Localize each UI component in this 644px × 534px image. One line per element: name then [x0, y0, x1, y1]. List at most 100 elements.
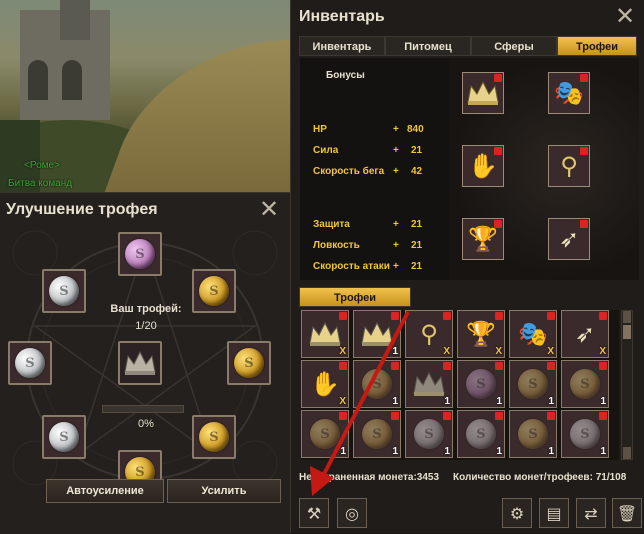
your-trophy-label: Ваш трофей:	[110, 303, 182, 315]
upgrade-progress-bar	[102, 405, 184, 413]
horn-icon: ➶	[574, 320, 596, 348]
coin-slot[interactable]: S	[227, 341, 271, 385]
auto-upgrade-button[interactable]: Автоусиление	[46, 479, 164, 503]
coin-icon: S	[570, 369, 600, 399]
bonus-op: +	[393, 240, 399, 251]
equipped-trophy-slot[interactable]: 🎭	[548, 72, 590, 114]
tab-spheres[interactable]: Сферы	[471, 36, 557, 56]
bonus-value: 21	[411, 219, 423, 230]
gear-icon[interactable]: ⚙	[502, 498, 532, 528]
lock-icon	[580, 220, 588, 228]
bonus-name: Сила	[313, 145, 339, 156]
crown-icon	[123, 350, 157, 376]
equipped-trophy-slot[interactable]: ⚲	[548, 145, 590, 187]
lock-icon	[443, 312, 451, 320]
lock-icon	[547, 412, 555, 420]
game-viewport: <Роме> Битва команд	[0, 0, 290, 192]
bonus-value: 21	[411, 240, 423, 251]
coin-slot[interactable]: S	[42, 269, 86, 313]
item-count: 1	[600, 446, 606, 457]
bonus-name: Ловкость	[313, 240, 360, 251]
lock-icon	[494, 74, 502, 82]
scroll-thumb[interactable]	[623, 325, 631, 339]
grid-scrollbar[interactable]	[621, 310, 633, 460]
item-count: 1	[548, 396, 554, 407]
tab-pet[interactable]: Питомец	[385, 36, 471, 56]
book-icon[interactable]: ▤	[539, 498, 569, 528]
panel-title: Улучшение трофея	[6, 201, 158, 218]
panel-title: Инвентарь	[299, 8, 385, 25]
coin-icon: S	[466, 369, 496, 399]
coin-icon: S	[49, 422, 79, 452]
horn-icon: ➶	[558, 225, 580, 253]
lock-icon	[495, 312, 503, 320]
coin-icon: S	[518, 369, 548, 399]
coin-icon: S	[15, 348, 45, 378]
scroll-down-arrow[interactable]	[623, 447, 631, 459]
goblet-icon: 🏆	[468, 225, 498, 253]
coin-icon: S	[125, 239, 155, 269]
close-icon[interactable]: ✕	[615, 4, 635, 28]
bonus-op: +	[393, 261, 399, 272]
tab-trophies[interactable]: Трофеи	[557, 36, 637, 56]
coins-trophies-count: Количество монет/трофеев: 71/108	[453, 472, 627, 483]
trophy-grid-cell[interactable]: S1	[457, 360, 505, 408]
equipped-trophy-slot[interactable]: ➶	[548, 218, 590, 260]
trash-icon[interactable]: 🗑	[612, 498, 642, 528]
chat-line: <Роме>	[24, 160, 60, 171]
trophy-grid-cell[interactable]: S1	[561, 360, 609, 408]
trophy-upgrade-panel: Улучшение трофея ✕ S S S S S S S S Ваш т…	[0, 192, 290, 534]
lock-icon	[494, 147, 502, 155]
bonus-op: +	[393, 145, 399, 156]
bonus-value: 840	[407, 124, 424, 135]
item-count: 1	[444, 396, 450, 407]
upgrade-button[interactable]: Усилить	[167, 479, 281, 503]
trophy-grid-cell[interactable]: S1	[561, 410, 609, 458]
item-count: 1	[496, 446, 502, 457]
goblet-icon: 🏆	[466, 320, 496, 348]
red-arrow-annotation	[310, 311, 410, 496]
coin-slot[interactable]: S	[42, 415, 86, 459]
equipped-trophy-slot[interactable]	[462, 72, 504, 114]
hammer-icon[interactable]: ⚒	[299, 498, 329, 528]
item-count: X	[599, 346, 606, 357]
trophy-grid-cell[interactable]: S1	[457, 410, 505, 458]
equipped-trophy-slot[interactable]: 🏆	[462, 218, 504, 260]
trophy-grid-cell[interactable]: ➶ X	[561, 310, 609, 358]
ring-icon: ⚲	[560, 152, 578, 180]
coin-icon: S	[518, 419, 548, 449]
coin-icon: S	[570, 419, 600, 449]
item-count: X	[443, 346, 450, 357]
item-count: 1	[444, 446, 450, 457]
trophy-grid-cell[interactable]: 🏆 X	[457, 310, 505, 358]
item-count: 1	[600, 396, 606, 407]
trophy-grid-cell[interactable]: S1	[509, 360, 557, 408]
bonus-header: Бонусы	[326, 70, 365, 81]
coin-icon: S	[199, 422, 229, 452]
bonus-value: 42	[411, 166, 423, 177]
trophy-slot[interactable]	[118, 341, 162, 385]
progress-percent: 0%	[138, 418, 154, 430]
coins-icon[interactable]: ◎	[337, 498, 367, 528]
coin-icon: S	[199, 276, 229, 306]
coin-slot[interactable]: S	[118, 232, 162, 276]
equipped-trophy-slot[interactable]: ✋	[462, 145, 504, 187]
coin-slot[interactable]: S	[192, 415, 236, 459]
coin-slot[interactable]: S	[192, 269, 236, 313]
coin-icon: S	[49, 276, 79, 306]
scroll-up-arrow[interactable]	[623, 311, 631, 323]
trophy-count: 1/20	[135, 320, 157, 332]
trophy-grid-cell[interactable]: 🎭 X	[509, 310, 557, 358]
bonus-value: 21	[411, 145, 423, 156]
lock-icon	[580, 147, 588, 155]
lock-icon	[495, 412, 503, 420]
close-icon[interactable]: ✕	[259, 197, 279, 221]
bonus-op: +	[393, 219, 399, 230]
coin-slot[interactable]: S	[8, 341, 52, 385]
item-count: X	[495, 346, 502, 357]
lock-icon	[443, 362, 451, 370]
trophy-grid-cell[interactable]: S1	[509, 410, 557, 458]
tab-inventory[interactable]: Инвентарь	[299, 36, 385, 56]
bonus-name: HP	[313, 124, 327, 135]
swap-icon[interactable]: ⇄	[576, 498, 606, 528]
